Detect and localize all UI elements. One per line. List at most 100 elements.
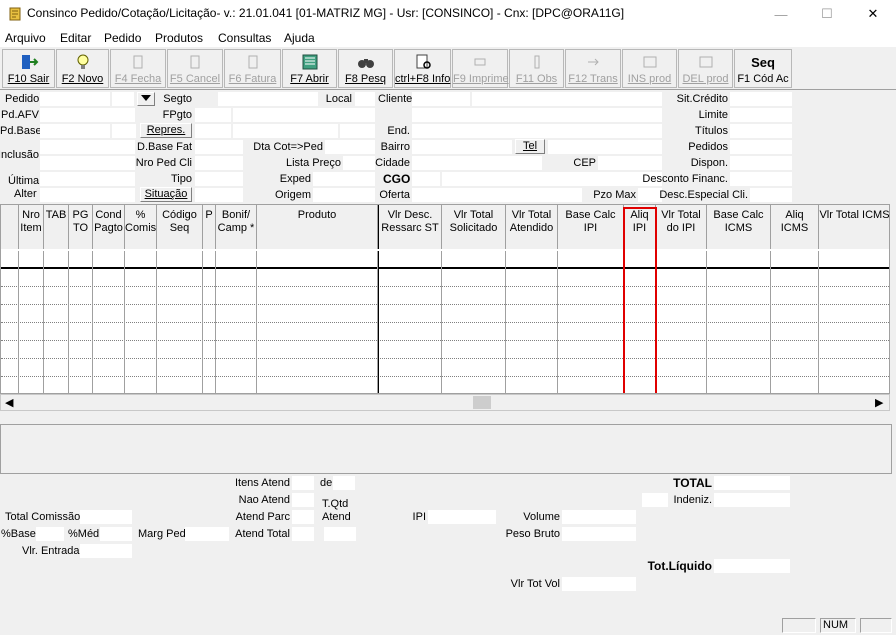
table-cell[interactable] xyxy=(558,269,624,287)
volume-field[interactable] xyxy=(562,510,636,524)
table-cell[interactable] xyxy=(203,305,216,323)
table-cell[interactable] xyxy=(69,287,93,305)
table-cell[interactable] xyxy=(819,377,889,393)
table-cell[interactable] xyxy=(558,359,624,377)
tipo-field[interactable] xyxy=(195,172,243,186)
print-button[interactable]: F9 Imprime xyxy=(452,49,509,88)
situacao-button[interactable]: Situação xyxy=(140,187,192,202)
scroll-right-icon[interactable]: ▶ xyxy=(875,396,883,409)
atend-parc-field[interactable] xyxy=(292,510,314,524)
table-cell[interactable] xyxy=(771,341,819,359)
table-cell[interactable] xyxy=(819,269,889,287)
table-cell[interactable] xyxy=(771,323,819,341)
vlr-entrada-field[interactable] xyxy=(80,544,132,558)
table-cell[interactable] xyxy=(506,323,558,341)
table-cell[interactable] xyxy=(378,251,442,269)
table-cell[interactable] xyxy=(257,359,378,377)
cgo-field[interactable] xyxy=(412,172,440,186)
desconto-financ-field[interactable] xyxy=(730,172,792,186)
column-header[interactable]: Vlr Desc. Ressarc ST xyxy=(378,205,442,249)
table-cell[interactable] xyxy=(819,323,889,341)
horizontal-scrollbar[interactable]: ◀ ▶ xyxy=(0,394,890,411)
table-cell[interactable] xyxy=(157,287,203,305)
table-cell[interactable] xyxy=(257,305,378,323)
table-cell[interactable] xyxy=(257,377,378,393)
table-cell[interactable] xyxy=(93,323,125,341)
close-button[interactable]: ✕ xyxy=(850,0,896,28)
fpgto-desc-field[interactable] xyxy=(233,108,375,122)
table-cell[interactable] xyxy=(707,377,771,393)
pd-afv-field[interactable] xyxy=(40,108,135,122)
table-cell[interactable] xyxy=(442,377,506,393)
table-cell[interactable] xyxy=(819,341,889,359)
table-cell[interactable] xyxy=(558,341,624,359)
table-cell[interactable] xyxy=(44,377,69,393)
table-row[interactable] xyxy=(1,377,889,393)
table-cell[interactable] xyxy=(442,269,506,287)
table-cell[interactable] xyxy=(442,305,506,323)
access-code-button[interactable]: Seq F1 Cód Ac xyxy=(734,49,792,88)
table-cell[interactable] xyxy=(19,323,44,341)
table-row[interactable] xyxy=(1,359,889,377)
situacao-field[interactable] xyxy=(195,188,243,202)
table-cell[interactable] xyxy=(157,323,203,341)
menu-editar[interactable]: Editar xyxy=(60,31,91,45)
table-cell[interactable] xyxy=(771,305,819,323)
nro-ped-cli-field[interactable] xyxy=(195,156,243,170)
table-cell[interactable] xyxy=(506,287,558,305)
table-cell[interactable] xyxy=(44,251,69,269)
table-cell[interactable] xyxy=(257,341,378,359)
table-cell[interactable] xyxy=(19,341,44,359)
table-cell[interactable] xyxy=(771,359,819,377)
table-cell[interactable] xyxy=(378,359,442,377)
table-row[interactable] xyxy=(1,269,889,287)
desc-especial-cli-field[interactable] xyxy=(750,188,792,202)
table-cell[interactable] xyxy=(442,359,506,377)
transfer-button[interactable]: F12 Trans xyxy=(565,49,621,88)
pd-base-field[interactable] xyxy=(40,124,110,138)
exit-button[interactable]: F10 Sair xyxy=(2,49,55,88)
table-cell[interactable] xyxy=(93,341,125,359)
tel-button[interactable]: Tel xyxy=(515,139,545,154)
table-cell[interactable] xyxy=(216,323,257,341)
table-cell[interactable] xyxy=(257,287,378,305)
total-field[interactable] xyxy=(714,476,790,490)
table-cell[interactable] xyxy=(19,287,44,305)
table-cell[interactable] xyxy=(44,287,69,305)
close-order-button[interactable]: F4 Fecha xyxy=(110,49,166,88)
table-row[interactable] xyxy=(1,287,889,305)
column-header[interactable]: % Comis xyxy=(125,205,157,249)
scroll-left-icon[interactable]: ◀ xyxy=(5,396,13,409)
column-header[interactable]: Base Calc IPI xyxy=(558,205,624,249)
table-cell[interactable] xyxy=(19,251,44,269)
table-cell[interactable] xyxy=(506,305,558,323)
table-cell[interactable] xyxy=(44,323,69,341)
table-cell[interactable] xyxy=(216,341,257,359)
table-cell[interactable] xyxy=(819,359,889,377)
table-cell[interactable] xyxy=(506,269,558,287)
table-cell[interactable] xyxy=(203,287,216,305)
nao-atend-field[interactable] xyxy=(292,493,314,507)
column-header[interactable]: Nro Item xyxy=(19,205,44,249)
titulos-field[interactable] xyxy=(730,124,792,138)
vlr-tot-vol-field[interactable] xyxy=(562,577,636,591)
cgo-desc-field[interactable] xyxy=(442,172,662,186)
column-header[interactable]: Produto xyxy=(257,205,378,249)
table-row[interactable] xyxy=(1,323,889,341)
table-cell[interactable] xyxy=(442,287,506,305)
table-cell[interactable] xyxy=(707,305,771,323)
table-cell[interactable] xyxy=(93,305,125,323)
table-cell[interactable] xyxy=(707,269,771,287)
table-cell[interactable] xyxy=(44,305,69,323)
table-cell[interactable] xyxy=(44,269,69,287)
column-header[interactable]: Bonif/ Camp * xyxy=(216,205,257,249)
ultima-field[interactable] xyxy=(40,172,135,186)
table-cell[interactable] xyxy=(44,341,69,359)
info-button[interactable]: ctrl+F8 Info xyxy=(394,49,451,88)
table-row[interactable] xyxy=(1,341,889,359)
table-cell[interactable] xyxy=(203,323,216,341)
cliente-name-field[interactable] xyxy=(472,92,662,106)
table-cell[interactable] xyxy=(378,287,442,305)
table-cell[interactable] xyxy=(506,359,558,377)
invoice-button[interactable]: F6 Fatura xyxy=(224,49,281,88)
